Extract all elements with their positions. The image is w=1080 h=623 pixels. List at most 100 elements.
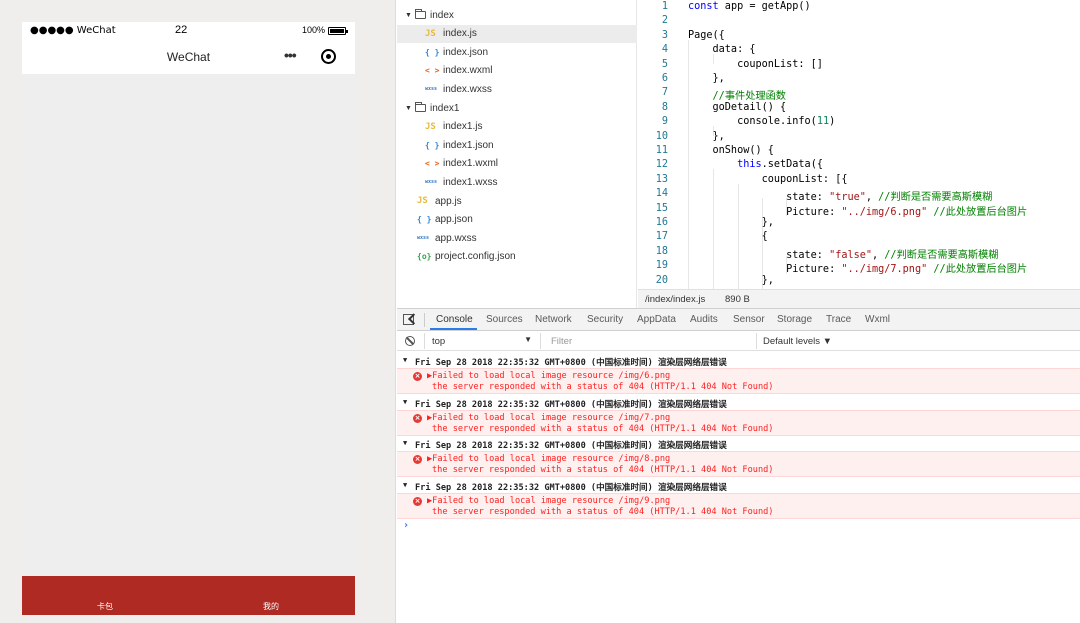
error-detail: the server responded with a status of 40…: [432, 465, 774, 475]
console-output: › ▼ Fri Sep 28 2018 22:35:32 GMT+0800 (中国…: [397, 352, 1080, 623]
tab-sensor[interactable]: Sensor: [733, 314, 765, 325]
tree-item-label: index.wxss: [443, 83, 492, 95]
expand-triangle-icon[interactable]: ▼: [403, 356, 407, 364]
tab-audits[interactable]: Audits: [690, 314, 718, 325]
log-group-header[interactable]: ▼ Fri Sep 28 2018 22:35:32 GMT+0800 (中国标准…: [397, 438, 1080, 451]
code-line[interactable]: state: "false", //判断是否需要高斯模糊: [688, 246, 998, 261]
tab-network[interactable]: Network: [535, 314, 572, 325]
code-line[interactable]: },: [688, 217, 774, 228]
line-number: 10: [655, 130, 668, 142]
error-icon: ×: [413, 496, 422, 506]
code-line[interactable]: couponList: [{: [688, 174, 848, 185]
tree-item-index1[interactable]: ▼ index1: [397, 99, 637, 117]
tab-console[interactable]: Console: [436, 314, 473, 325]
error-text: ▶Failed to load local image resource /im…: [427, 495, 671, 506]
clear-console-icon[interactable]: [405, 336, 415, 346]
error-text: ▶Failed to load local image resource /im…: [427, 412, 671, 423]
devtools-panel: Console Sources Network Security AppData Audi…: [397, 308, 1080, 623]
code-line[interactable]: goDetail() {: [688, 102, 787, 113]
expand-triangle-icon[interactable]: ▼: [403, 439, 407, 447]
tree-item-index-wxml[interactable]: < > index.wxml: [397, 62, 637, 80]
code-line[interactable]: couponList: []: [688, 59, 823, 70]
tree-item-project-config-json[interactable]: {o} project.config.json: [397, 248, 637, 266]
carrier-label: ●●●●● WeChat: [30, 25, 116, 36]
tab-sources[interactable]: Sources: [486, 314, 523, 325]
line-number: 5: [661, 58, 668, 70]
tab-security[interactable]: Security: [587, 314, 623, 325]
chevron-down-icon[interactable]: ▼: [405, 105, 415, 112]
log-levels-dropdown[interactable]: Default levels ▼: [763, 336, 832, 347]
tree-item-label: index1.json: [443, 139, 494, 151]
line-number: 18: [655, 245, 668, 257]
code-line[interactable]: this.setData({: [688, 159, 823, 170]
line-number: 14: [655, 188, 668, 200]
line-number: 6: [661, 73, 668, 84]
status-bar: ●●●●● WeChat 22 100%: [22, 22, 355, 40]
code-line[interactable]: //事件处理函数: [688, 87, 786, 102]
line-number: 12: [655, 159, 668, 171]
code-line[interactable]: },: [688, 131, 725, 142]
tree-item-index-json[interactable]: { } index.json: [397, 43, 637, 61]
error-message[interactable]: × ▶Failed to load local image resource /i…: [397, 451, 1080, 477]
devtools-tabs: Console Sources Network Security AppData Audi…: [397, 309, 1080, 331]
json-file-icon: { }: [425, 47, 440, 57]
tree-item-label: index.wxml: [443, 65, 493, 77]
tab-mine[interactable]: 我的: [263, 601, 279, 612]
line-number: 15: [655, 202, 668, 214]
tree-item-index[interactable]: ▼ index: [397, 6, 637, 24]
code-line[interactable]: },: [688, 275, 774, 286]
code-line[interactable]: Picture: "../img/6.png" //此处放置后台图片: [688, 203, 1027, 218]
line-number: 17: [655, 231, 668, 243]
tree-item-index-js[interactable]: JS index.js: [397, 24, 637, 43]
code-line[interactable]: state: "true", //判断是否需要高斯模糊: [688, 188, 992, 203]
error-message[interactable]: × ▶Failed to load local image resource /i…: [397, 368, 1080, 394]
tree-item-index1-js[interactable]: JS index1.js: [397, 118, 637, 136]
close-miniprogram-icon[interactable]: [321, 49, 336, 64]
page-content: [22, 74, 355, 576]
line-number: 20: [655, 274, 668, 286]
console-prompt[interactable]: ›: [403, 520, 409, 531]
filter-input[interactable]: Filter: [547, 333, 757, 349]
code-line[interactable]: Picture: "../img/7.png" //此处放置后台图片: [688, 260, 1027, 275]
error-message[interactable]: × ▶Failed to load local image resource /i…: [397, 409, 1080, 436]
code-line[interactable]: data: {: [688, 44, 756, 55]
line-number: 7: [661, 87, 668, 99]
log-group-title: Fri Sep 28 2018 22:35:32 GMT+0800 (中国标准时…: [415, 441, 727, 451]
error-message[interactable]: × ▶Failed to load local image resource /i…: [397, 492, 1080, 519]
tab-trace[interactable]: Trace: [826, 314, 851, 325]
file-tree: ▼ index JS index.js{ } index.json < > index.wx…: [397, 0, 637, 308]
log-group-header[interactable]: ▼ Fri Sep 28 2018 22:35:32 GMT+0800 (中国标准…: [397, 355, 1080, 368]
tree-item-index1-json[interactable]: { } index1.json: [397, 136, 637, 154]
expand-triangle-icon[interactable]: ▼: [403, 398, 407, 406]
tab-appdata[interactable]: AppData: [637, 314, 676, 325]
expand-triangle-icon[interactable]: ▼: [403, 481, 407, 489]
status-time: 22: [175, 24, 188, 36]
chevron-down-icon[interactable]: ▼: [405, 12, 415, 19]
tab-storage[interactable]: Storage: [777, 314, 812, 325]
tree-item-index1-wxss[interactable]: wxss index1.wxss: [397, 173, 637, 191]
code-line[interactable]: },: [688, 73, 725, 84]
error-detail: the server responded with a status of 40…: [432, 506, 774, 517]
log-group-header[interactable]: ▼ Fri Sep 28 2018 22:35:32 GMT+0800 (中国标准…: [397, 397, 1080, 410]
phone-screen: ●●●●● WeChat 22 100% WeChat ••• 卡包 我的: [22, 22, 355, 615]
error-detail: the server responded with a status of 40…: [432, 382, 774, 392]
code-line[interactable]: const app = getApp(): [688, 1, 811, 12]
tree-item-index1-wxml[interactable]: < > index1.wxml: [397, 155, 637, 173]
more-icon[interactable]: •••: [284, 47, 297, 63]
tree-item-app-json[interactable]: { } app.json: [397, 211, 637, 229]
tree-item-index-wxss[interactable]: wxss index.wxss: [397, 80, 637, 98]
code-line[interactable]: onShow() {: [688, 145, 774, 156]
active-tab-indicator: [430, 328, 477, 330]
tree-item-app-wxss[interactable]: wxss app.wxss: [397, 229, 637, 247]
tree-item-label: app.wxss: [435, 232, 477, 244]
tree-item-app-js[interactable]: JS app.js: [397, 192, 637, 210]
code-editor[interactable]: 1 const app = getApp() 2 3 Page({4 data: {5 …: [638, 0, 1080, 289]
code-line[interactable]: Page({: [688, 30, 725, 41]
tab-wxml[interactable]: Wxml: [865, 314, 890, 325]
log-group-header[interactable]: ▼ Fri Sep 28 2018 22:35:32 GMT+0800 (中国标准…: [397, 480, 1080, 493]
code-line[interactable]: console.info(11): [688, 116, 835, 127]
inspect-element-icon[interactable]: [403, 314, 414, 325]
context-selector[interactable]: top ▼: [424, 333, 541, 349]
code-line[interactable]: {: [688, 231, 768, 242]
tab-card-wallet[interactable]: 卡包: [97, 601, 113, 612]
